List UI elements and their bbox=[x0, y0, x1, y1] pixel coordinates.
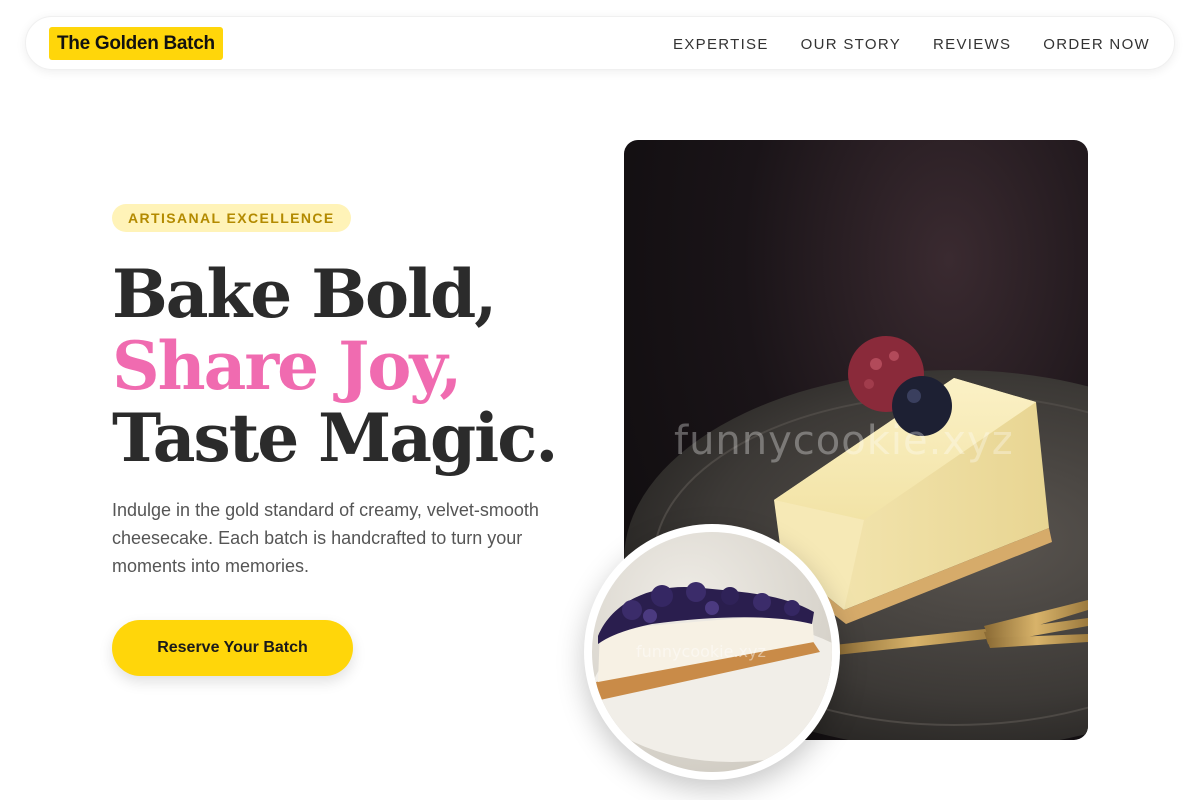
image-watermark: funnycookie.xyz bbox=[674, 418, 1014, 464]
reserve-batch-button[interactable]: Reserve Your Batch bbox=[112, 620, 353, 676]
nav-link-expertise[interactable]: EXPERTISE bbox=[673, 36, 769, 53]
brand-logo[interactable]: The Golden Batch bbox=[49, 27, 223, 60]
blueberry-cheesecake-image: funnycookie.xyz bbox=[584, 524, 840, 780]
nav-link-order-now[interactable]: ORDER NOW bbox=[1043, 36, 1150, 53]
hero-headline: Bake Bold, Share Joy, Taste Magic. bbox=[112, 258, 612, 474]
headline-line-1: Bake Bold, bbox=[112, 255, 497, 333]
navbar: The Golden Batch EXPERTISE OUR STORY REV… bbox=[25, 16, 1175, 70]
nav-link-our-story[interactable]: OUR STORY bbox=[801, 36, 901, 53]
hero-description: Indulge in the gold standard of creamy, … bbox=[112, 500, 539, 576]
nav-links: EXPERTISE OUR STORY REVIEWS ORDER NOW bbox=[673, 17, 1150, 71]
headline-line-2: Share Joy, bbox=[112, 327, 462, 405]
blueberry-cheesecake-photo: funnycookie.xyz bbox=[592, 532, 832, 772]
hero-badge: ARTISANAL EXCELLENCE bbox=[112, 204, 351, 232]
headline-line-3: Taste Magic. bbox=[112, 399, 558, 477]
nav-link-reviews[interactable]: REVIEWS bbox=[933, 36, 1011, 53]
inset-image-watermark: funnycookie.xyz bbox=[636, 642, 766, 661]
